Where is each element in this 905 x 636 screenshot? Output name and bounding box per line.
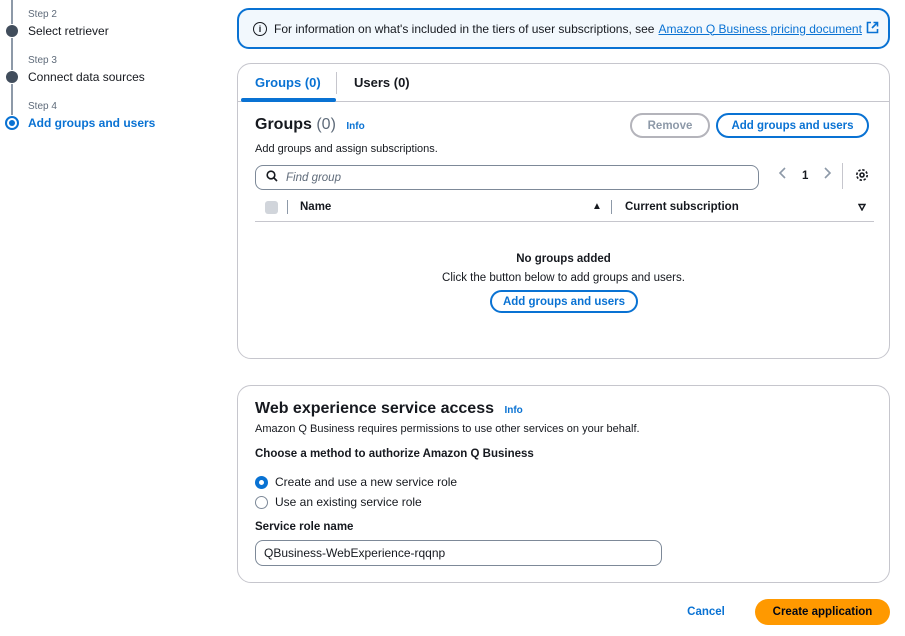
- step-2-label: Step 2: [28, 9, 57, 20]
- service-role-name-label: Service role name: [255, 521, 354, 533]
- column-header-current-subscription[interactable]: Current subscription: [625, 201, 739, 213]
- web-experience-title: Web experience service access: [255, 400, 494, 417]
- step-4-title: Add groups and users: [28, 116, 156, 130]
- step-2-title[interactable]: Select retriever: [28, 24, 109, 38]
- groups-users-container: Groups (0) Users (0) Groups (0) Info Add…: [237, 63, 890, 359]
- groups-heading: Groups (0) Info: [255, 116, 365, 134]
- step-connector: [11, 38, 13, 70]
- step-4-indicator: [5, 116, 19, 130]
- previous-page-icon[interactable]: [778, 167, 787, 182]
- web-experience-heading: Web experience service access Info: [255, 400, 523, 418]
- step-connector: [11, 84, 13, 115]
- step-3-label: Step 3: [28, 55, 57, 66]
- web-experience-description: Amazon Q Business requires permissions t…: [255, 423, 640, 435]
- radio-create-new-role[interactable]: Create and use a new service role: [255, 475, 457, 489]
- next-page-icon[interactable]: [823, 167, 832, 182]
- step-3-indicator: [6, 71, 18, 83]
- groups-count: (0): [316, 116, 336, 133]
- wizard-stepper: Step 2 Select retriever Step 3 Connect d…: [0, 0, 220, 140]
- step-2-indicator: [6, 25, 18, 37]
- authorization-method-label: Choose a method to authorize Amazon Q Bu…: [255, 448, 534, 460]
- add-groups-and-users-button[interactable]: Add groups and users: [716, 113, 869, 138]
- settings-gear-icon[interactable]: [855, 168, 869, 185]
- groups-description: Add groups and assign subscriptions.: [255, 143, 438, 155]
- external-link-icon[interactable]: [866, 21, 879, 37]
- page-number[interactable]: 1: [802, 170, 808, 182]
- cancel-button[interactable]: Cancel: [676, 600, 736, 624]
- groups-info-link[interactable]: Info: [346, 121, 364, 132]
- column-divider: [287, 200, 288, 214]
- radio-use-existing-role-label[interactable]: Use an existing service role: [275, 495, 422, 509]
- search-input[interactable]: [286, 171, 726, 184]
- empty-state-title: No groups added: [516, 253, 611, 265]
- info-banner: i For information on what's included in …: [237, 8, 890, 49]
- active-tab-indicator: [241, 98, 336, 102]
- sort-caret-down-icon[interactable]: [857, 202, 867, 214]
- empty-state-description: Click the button below to add groups and…: [442, 272, 685, 284]
- tab-users[interactable]: Users (0): [354, 75, 410, 90]
- pager-divider: [842, 163, 843, 189]
- empty-add-groups-and-users-button[interactable]: Add groups and users: [490, 290, 638, 313]
- create-application-button[interactable]: Create application: [755, 599, 890, 625]
- banner-text: For information on what's included in th…: [274, 21, 655, 36]
- find-group-search[interactable]: [255, 165, 759, 190]
- web-experience-info-link[interactable]: Info: [504, 405, 522, 416]
- step-3-title[interactable]: Connect data sources: [28, 70, 145, 84]
- radio-unselected-icon[interactable]: [255, 495, 268, 509]
- info-icon: i: [253, 21, 267, 36]
- radio-create-new-role-label[interactable]: Create and use a new service role: [275, 475, 457, 489]
- step-connector: [11, 0, 13, 24]
- tab-divider: [336, 72, 337, 94]
- search-icon: [266, 169, 278, 187]
- tab-groups[interactable]: Groups (0): [255, 75, 321, 90]
- radio-selected-icon[interactable]: [255, 475, 268, 489]
- tab-list: Groups (0) Users (0): [238, 64, 889, 102]
- sort-ascending-icon[interactable]: ▲: [592, 201, 602, 212]
- web-experience-service-access-container: Web experience service access Info Amazo…: [237, 385, 890, 583]
- remove-button[interactable]: Remove: [630, 113, 710, 138]
- select-all-checkbox[interactable]: [265, 201, 278, 214]
- service-role-name-input[interactable]: [255, 540, 662, 566]
- column-divider: [611, 200, 612, 214]
- step-4-label: Step 4: [28, 101, 57, 112]
- pricing-document-link[interactable]: Amazon Q Business pricing document: [658, 22, 861, 36]
- table-header: Name ▲ Current subscription: [255, 198, 874, 222]
- groups-title: Groups: [255, 116, 312, 133]
- column-header-name[interactable]: Name: [300, 201, 331, 213]
- radio-use-existing-role[interactable]: Use an existing service role: [255, 495, 422, 509]
